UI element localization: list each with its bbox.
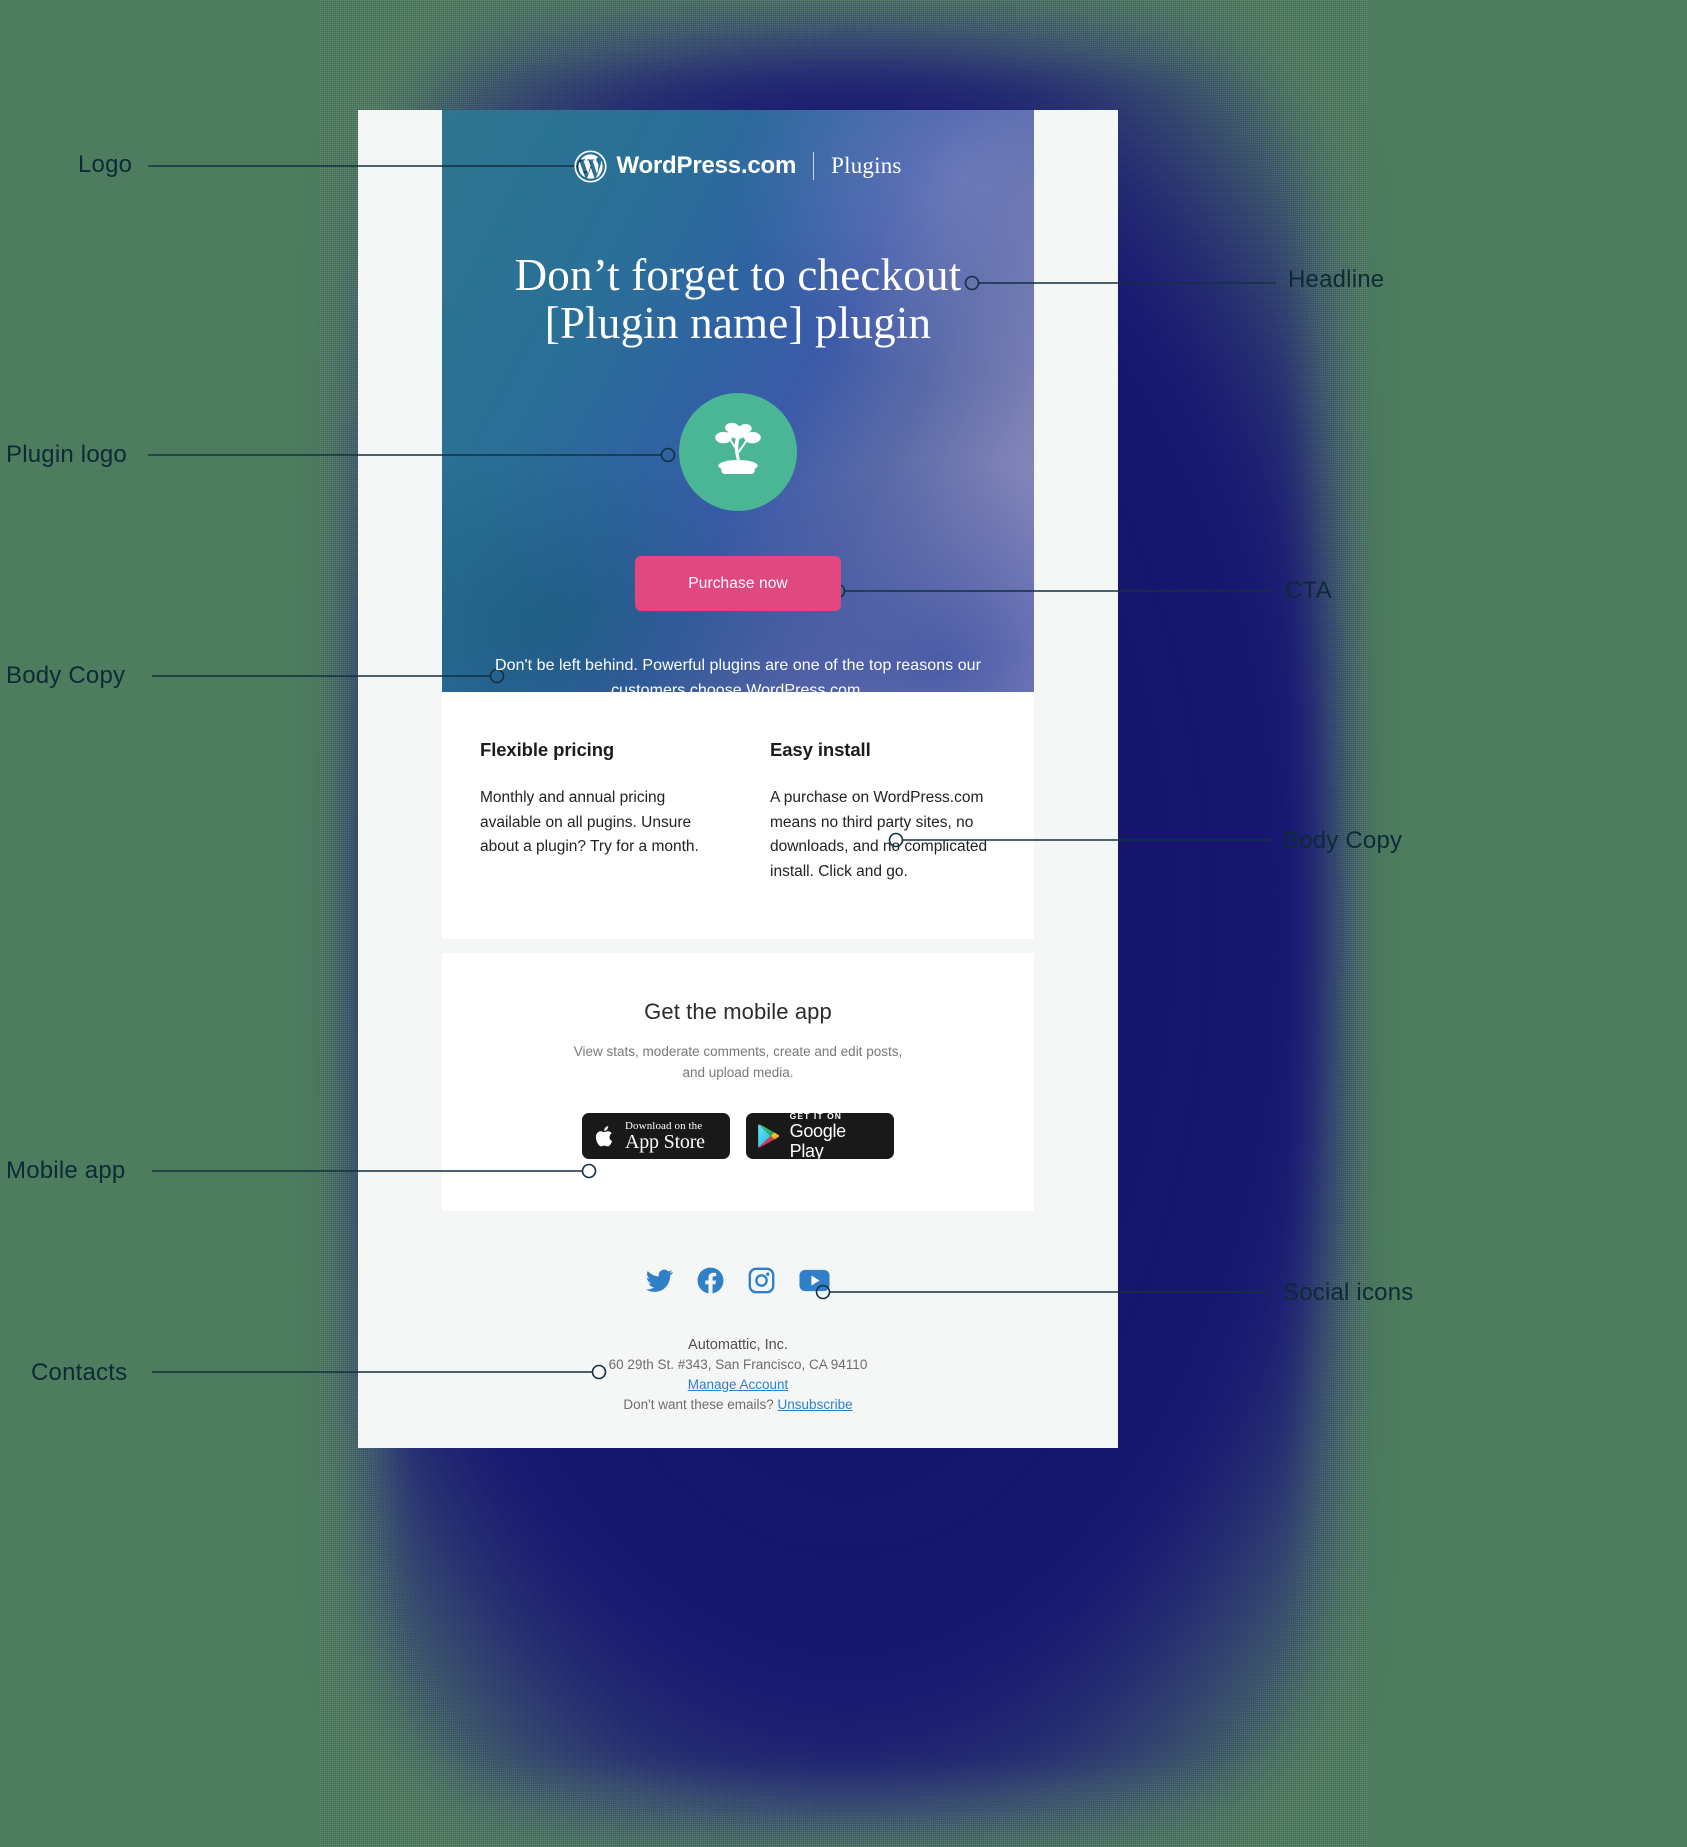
annotation-label-plugin-logo: Plugin logo: [6, 441, 127, 468]
bonsai-tree-icon: [715, 422, 761, 475]
plugin-logo: [679, 393, 797, 511]
mobile-app-section: Get the mobile app View stats, moderate …: [442, 953, 1034, 1211]
feature-body: Monthly and annual pricing available on …: [480, 789, 699, 855]
mobile-app-subtitle: View stats, moderate comments, create an…: [568, 1041, 908, 1083]
twitter-icon[interactable]: [645, 1267, 673, 1299]
email-hero: WordPress.com Plugins Don’t forget to ch…: [442, 110, 1034, 692]
brand-bar: WordPress.com Plugins: [442, 110, 1034, 183]
app-store-badge-text: Download on the App Store: [625, 1120, 705, 1153]
app-store-badge-small: Download on the: [625, 1119, 703, 1132]
hero-body-line-1: Don't be left behind. Powerful plugins a…: [495, 657, 954, 674]
google-play-badge-text: GET IT ON Google Play: [790, 1111, 883, 1161]
headline-line-2: [Plugin name] plugin: [544, 298, 932, 348]
annotation-label-logo: Logo: [78, 151, 133, 178]
social-icons: [358, 1267, 1118, 1299]
section-divider: [358, 939, 1118, 953]
annotation-label-headline: Headline: [1288, 266, 1385, 293]
mobile-app-title: Get the mobile app: [644, 999, 832, 1024]
annotation-label-cta: CTA: [1285, 577, 1332, 604]
annotation-label-mobile-app: Mobile app: [6, 1157, 126, 1184]
company-address: 60 29th St. #343, San Francisco, CA 9411…: [608, 1357, 868, 1372]
cta-wrapper: Purchase now: [442, 556, 1034, 611]
instagram-icon[interactable]: [748, 1267, 775, 1299]
unsubscribe-prefix: Don't want these emails?: [623, 1397, 778, 1412]
youtube-icon[interactable]: [799, 1269, 830, 1297]
footer-contacts: Automattic, Inc. 60 29th St. #343, San F…: [358, 1335, 1118, 1415]
google-play-badge[interactable]: GET IT ON Google Play: [746, 1111, 894, 1161]
manage-account-link[interactable]: Manage Account: [688, 1377, 789, 1392]
unsubscribe-link[interactable]: Unsubscribe: [778, 1397, 853, 1412]
features-section: Flexible pricing Monthly and annual pric…: [442, 692, 1034, 939]
app-store-badge-big: App Store: [625, 1130, 705, 1153]
feature-body: A purchase on WordPress.com means no thi…: [770, 789, 988, 880]
app-store-badge[interactable]: Download on the App Store: [582, 1113, 730, 1159]
mobile-app-subtitle-line-1: View stats, moderate comments, create an…: [573, 1044, 837, 1059]
plugin-logo-wrapper: [442, 393, 1034, 511]
store-badges: Download on the App Store GET IT ON Goog…: [442, 1111, 1034, 1161]
email-preview: WordPress.com Plugins Don’t forget to ch…: [358, 110, 1118, 1448]
purchase-now-button[interactable]: Purchase now: [635, 556, 841, 611]
wordpress-logo-icon: [574, 149, 607, 183]
google-play-badge-small: GET IT ON: [789, 1111, 843, 1121]
feature-title: Easy install: [770, 739, 871, 760]
apple-icon: [595, 1125, 613, 1146]
facebook-icon[interactable]: [697, 1267, 724, 1299]
brand-name: WordPress.com: [616, 152, 797, 179]
annotation-label-social: Social icons: [1283, 1279, 1414, 1306]
google-play-badge-big: Google Play: [789, 1121, 847, 1161]
company-name: Automattic, Inc.: [688, 1337, 788, 1353]
hero-body-copy: Don't be left behind. Powerful plugins a…: [492, 654, 984, 692]
feature-column-pricing: Flexible pricing Monthly and annual pric…: [442, 739, 738, 884]
unsubscribe-row: Don't want these emails? Unsubscribe: [358, 1395, 1118, 1415]
feature-title: Flexible pricing: [480, 739, 615, 760]
annotation-label-body-copy-1: Body Copy: [6, 662, 126, 689]
annotation-label-body-copy-2: Body Copy: [1283, 827, 1403, 854]
email-footer: Automattic, Inc. 60 29th St. #343, San F…: [358, 1211, 1118, 1415]
headline-line-1: Don’t forget to checkout: [514, 250, 962, 300]
brand-section: Plugins: [831, 153, 902, 178]
feature-column-install: Easy install A purchase on WordPress.com…: [738, 739, 1034, 884]
annotation-label-contacts: Contacts: [31, 1359, 128, 1386]
page-title: Don’t forget to checkout [Plugin name] p…: [442, 251, 1034, 347]
brand-divider: [813, 152, 815, 180]
google-play-icon: [758, 1124, 780, 1148]
